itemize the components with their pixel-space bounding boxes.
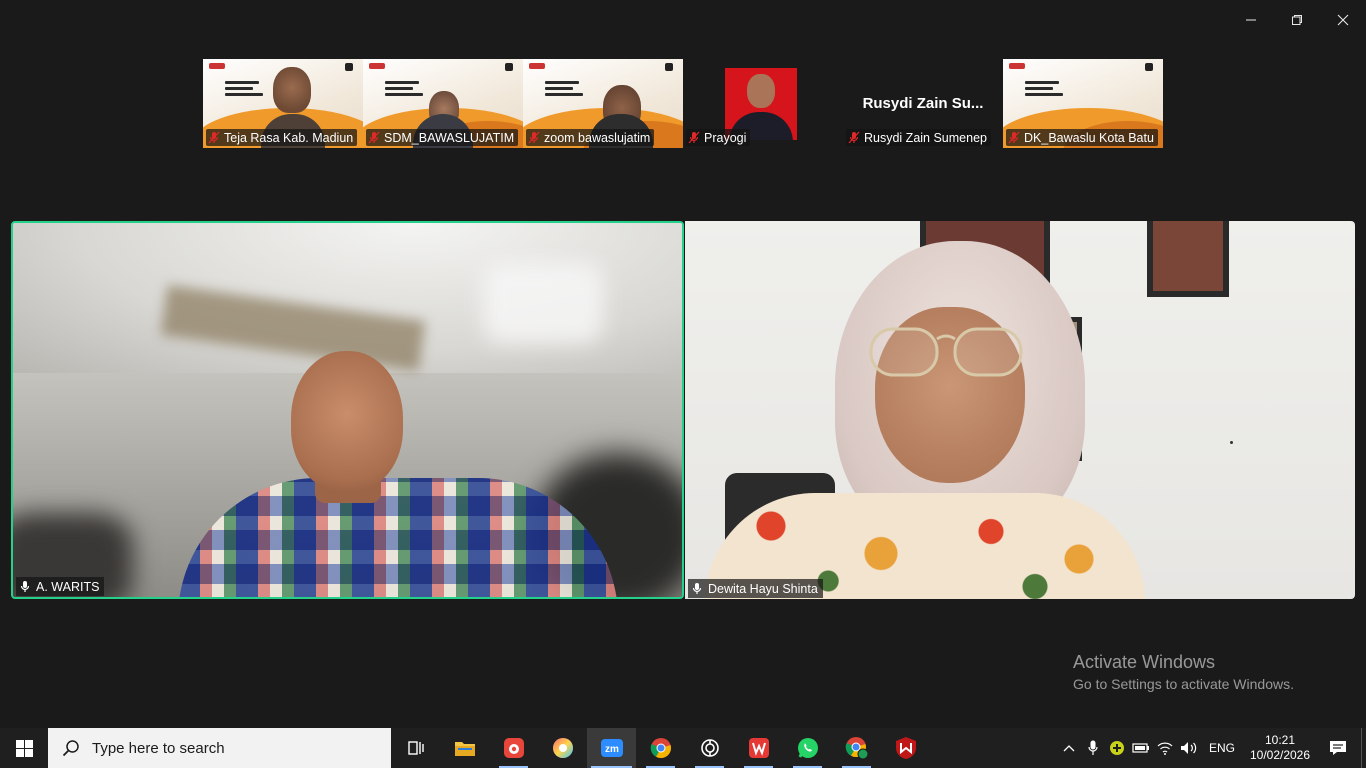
participant-name: Dewita Hayu Shinta	[708, 581, 818, 596]
chatgpt-icon[interactable]	[685, 728, 734, 768]
slide-title	[1025, 81, 1065, 99]
mcafee-icon[interactable]	[881, 728, 930, 768]
participant-display-name: Rusydi Zain Su...	[862, 95, 984, 112]
search-icon	[62, 740, 79, 757]
mic-muted-icon	[688, 131, 700, 144]
slide-title	[545, 81, 585, 99]
participant-name-tag: Prayogi	[686, 129, 751, 146]
chrome-icon[interactable]	[636, 728, 685, 768]
mic-muted-icon	[528, 131, 540, 144]
watermark-title: Activate Windows	[1073, 652, 1216, 672]
window-controls	[1228, 0, 1366, 40]
close-icon[interactable]	[1320, 0, 1366, 40]
brand-logo	[369, 63, 385, 69]
system-tray: ENG 10:21 10/02/2026	[1057, 728, 1366, 768]
brand-logo	[1009, 63, 1025, 69]
slide-title	[385, 81, 425, 99]
microphone-icon[interactable]	[1081, 740, 1105, 756]
participant-strip: Teja Rasa Kab. Madiun SDM_BAWASLUJATIM z…	[203, 59, 1163, 148]
participant-name: SDM_BAWASLUJATIM	[384, 130, 515, 145]
participant-tile[interactable]: zoom bawaslujatim	[523, 59, 683, 148]
participant-name-tag: A. WARITS	[16, 577, 105, 596]
participant-name-tag: Teja Rasa Kab. Madiun	[206, 129, 358, 146]
brand-logo	[529, 63, 545, 69]
activate-windows-watermark: Activate Windows Go to Settings to activ…	[1073, 652, 1294, 692]
slide-title	[225, 81, 265, 99]
mic-muted-icon	[848, 131, 860, 144]
participant-name-tag: SDM_BAWASLUJATIM	[366, 129, 519, 146]
task-view-icon[interactable]	[391, 728, 440, 768]
wifi-icon[interactable]	[1153, 741, 1177, 755]
participant-video[interactable]: Dewita Hayu Shinta	[685, 221, 1355, 599]
app-red-icon[interactable]	[489, 728, 538, 768]
chevron-up-icon[interactable]	[1057, 744, 1081, 752]
participant-name: DK_Bawaslu Kota Batu	[1024, 130, 1154, 145]
mic-muted-icon	[368, 131, 380, 144]
active-speaker-video[interactable]: A. WARITS	[11, 221, 684, 599]
mic-icon	[20, 581, 30, 592]
wps-icon[interactable]	[734, 728, 783, 768]
participant-tile[interactable]: DK_Bawaslu Kota Batu	[1003, 59, 1163, 148]
watermark-subtitle: Go to Settings to activate Windows.	[1073, 676, 1294, 692]
language-indicator[interactable]: ENG	[1201, 741, 1245, 755]
participant-video	[273, 67, 311, 113]
photos-icon[interactable]	[538, 728, 587, 768]
wall-frame	[1147, 221, 1229, 297]
participant-tile[interactable]: Rusydi Zain Su... Rusydi Zain Sumenep	[843, 59, 1003, 148]
windows-logo-icon	[15, 739, 33, 757]
restore-icon[interactable]	[1274, 0, 1320, 40]
show-desktop-button[interactable]	[1361, 728, 1366, 768]
zoom-meeting-window: Teja Rasa Kab. Madiun SDM_BAWASLUJATIM z…	[0, 0, 1366, 728]
participant-tile[interactable]: SDM_BAWASLUJATIM	[363, 59, 523, 148]
taskbar-apps: zm	[391, 728, 930, 768]
clock-time: 10:21	[1264, 733, 1296, 747]
mic-muted-icon	[208, 131, 220, 144]
participant-name: A. WARITS	[36, 579, 100, 594]
minimize-icon[interactable]	[1228, 0, 1274, 40]
participant-name-tag: Rusydi Zain Sumenep	[846, 129, 991, 146]
mic-icon	[692, 583, 702, 594]
participant-name: Rusydi Zain Sumenep	[864, 130, 987, 145]
clock-date: 10/02/2026	[1249, 748, 1311, 762]
windows-taskbar: Type here to search zm ENG 10:21 10/02/2…	[0, 728, 1366, 768]
participant-name-tag: DK_Bawaslu Kota Batu	[1006, 129, 1158, 146]
glasses	[869, 327, 1023, 377]
taskbar-search-box[interactable]: Type here to search	[48, 728, 391, 768]
chrome-profile-icon[interactable]	[832, 728, 881, 768]
participant-name: Prayogi	[704, 130, 747, 145]
whatsapp-icon[interactable]	[783, 728, 832, 768]
participant-name-tag: Dewita Hayu Shinta	[688, 579, 823, 598]
file-explorer-icon[interactable]	[440, 728, 489, 768]
volume-icon[interactable]	[1177, 741, 1201, 755]
mic-muted-icon	[1008, 131, 1020, 144]
zoom-icon[interactable]: zm	[587, 728, 636, 768]
participant-name: zoom bawaslujatim	[544, 130, 651, 145]
app-tray-green-icon[interactable]	[1105, 740, 1129, 756]
svg-text:zm: zm	[605, 744, 619, 755]
notification-icon[interactable]	[1315, 740, 1361, 756]
search-placeholder: Type here to search	[92, 739, 225, 757]
participant-name: Teja Rasa Kab. Madiun	[224, 130, 354, 145]
brand-logo	[209, 63, 225, 69]
participant-tile[interactable]: Teja Rasa Kab. Madiun	[203, 59, 363, 148]
battery-icon[interactable]	[1129, 742, 1153, 754]
participant-tile[interactable]: Prayogi	[683, 59, 843, 148]
start-button[interactable]	[0, 728, 48, 768]
participant-name-tag: zoom bawaslujatim	[526, 129, 655, 146]
clock[interactable]: 10:21 10/02/2026	[1245, 733, 1315, 763]
